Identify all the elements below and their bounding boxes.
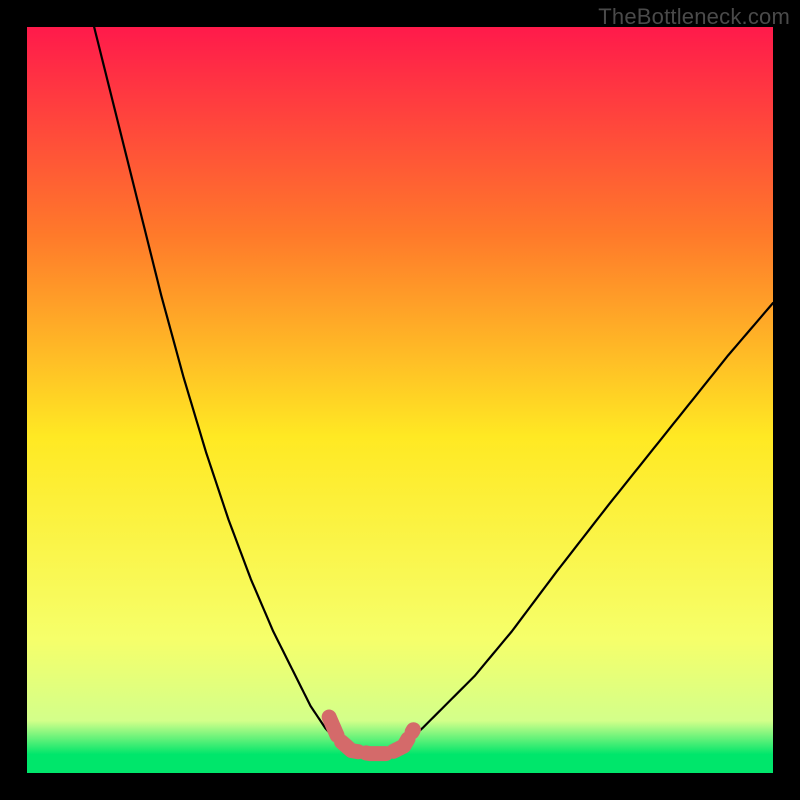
bottleneck-curve-chart bbox=[27, 27, 773, 773]
watermark-text: TheBottleneck.com bbox=[598, 4, 790, 30]
chart-frame: TheBottleneck.com bbox=[0, 0, 800, 800]
gradient-background bbox=[27, 27, 773, 773]
plot-area bbox=[27, 27, 773, 773]
